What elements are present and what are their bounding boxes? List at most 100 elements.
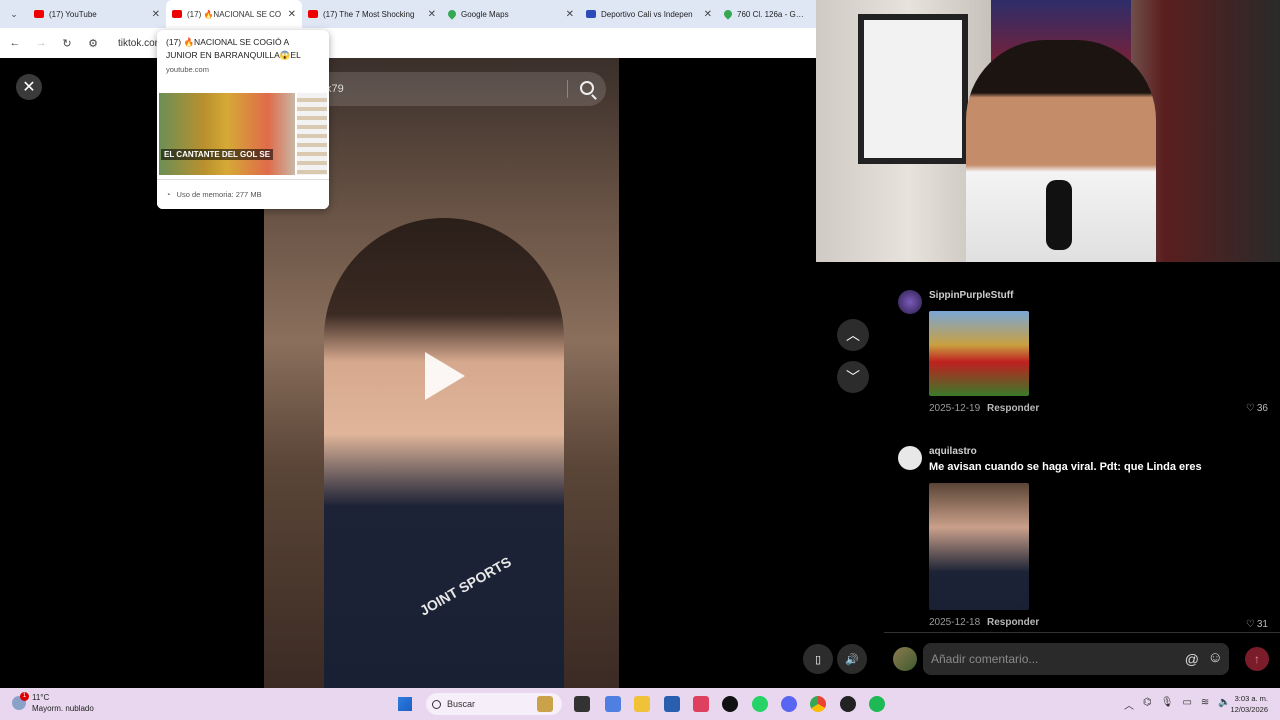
comment-item: aquilastro Me avisan cuando se haga vira…	[898, 446, 1268, 632]
search-bar[interactable]: k79	[296, 72, 606, 106]
like-button[interactable]: ♡ 31	[1246, 619, 1268, 630]
close-icon[interactable]: ✕	[16, 74, 42, 100]
report-icon[interactable]: ▯	[803, 644, 833, 674]
tab-close-icon[interactable]: ✕	[566, 9, 574, 20]
tab-hover-card: (17) 🔥NACIONAL SE COGIÓ A JUNIOR EN BARR…	[157, 30, 329, 209]
tab-title: (17) 🔥NACIONAL SE CO	[187, 9, 282, 19]
comment-date: 2025-12-19	[929, 403, 981, 414]
spotify-icon[interactable]	[869, 696, 885, 712]
back-arrow-icon[interactable]: ←	[8, 37, 22, 49]
tab-maps-address[interactable]: 760 Cl. 126a - Googl	[718, 0, 814, 28]
comment-placeholder: Añadir comentario...	[931, 652, 1039, 666]
tab-deportivo-cali[interactable]: Deportivo Cali vs Indepen ✕	[580, 0, 718, 28]
microphone-icon[interactable]: 🎙	[1161, 697, 1174, 712]
taskbar: 1 11°C Mayorm. nublado Buscar ︿ ⌬ 🎙 ▭ ≋ …	[0, 688, 1280, 720]
webcam-overlay	[816, 0, 1280, 262]
search-icon[interactable]	[580, 81, 594, 95]
memory-icon: ◔	[166, 190, 171, 199]
framed-jersey	[858, 14, 968, 164]
comment-composer: Añadir comentario... @ ☺ ↑	[884, 632, 1280, 688]
tab-nacional[interactable]: (17) 🔥NACIONAL SE CO ✕	[166, 0, 302, 28]
comment-image[interactable]	[929, 311, 1029, 396]
display-icon[interactable]: ▭	[1182, 697, 1191, 712]
tab-close-icon[interactable]: ✕	[152, 9, 160, 20]
tab-close-icon[interactable]: ✕	[288, 9, 296, 20]
tab-close-icon[interactable]: ✕	[704, 9, 712, 20]
youtube-icon	[172, 10, 182, 18]
obs-icon[interactable]	[840, 696, 856, 712]
discord-icon[interactable]	[781, 696, 797, 712]
wifi-icon[interactable]: ≋	[1201, 697, 1209, 712]
avatar	[893, 647, 917, 671]
mention-icon[interactable]: @	[1185, 651, 1199, 667]
network-icon[interactable]: ⌬	[1143, 697, 1152, 712]
tab-search-chevron-icon[interactable]: ⌄	[0, 0, 28, 28]
tab-title: Deportivo Cali vs Indepen	[601, 9, 693, 19]
tab-title: (17) The 7 Most Shocking	[323, 9, 415, 19]
maps-icon	[722, 8, 734, 20]
clock[interactable]: 3:03 a. m. 12/03/2026	[1230, 693, 1268, 715]
tab-close-icon[interactable]: ✕	[428, 9, 436, 20]
tab-google-maps[interactable]: Google Maps ✕	[442, 0, 580, 28]
speaker-icon[interactable]: 🔈	[1218, 697, 1230, 712]
arrow-up-icon: ↑	[1254, 652, 1260, 666]
chevron-down-icon[interactable]: ﹀	[837, 361, 869, 393]
weather-widget[interactable]: 1 11°C Mayorm. nublado	[12, 692, 94, 714]
reply-button[interactable]: Responder	[987, 617, 1039, 628]
avatar[interactable]	[898, 446, 922, 470]
heart-icon: ♡	[1245, 619, 1255, 630]
comment-text: Me avisan cuando se haga viral. Pdt: que…	[929, 461, 1202, 473]
tab-shocking[interactable]: (17) The 7 Most Shocking ✕	[302, 0, 442, 28]
hover-card-domain: youtube.com	[166, 65, 209, 74]
video-subject	[324, 218, 564, 688]
comment-date: 2025-12-18	[929, 617, 981, 628]
comment-input[interactable]: Añadir comentario... @ ☺	[923, 643, 1229, 675]
task-view-icon[interactable]	[574, 696, 590, 712]
store-icon[interactable]	[664, 696, 680, 712]
clock-date: 12/03/2026	[1230, 705, 1268, 714]
hover-card-footer: ◔ Uso de memoria: 277 MB	[157, 179, 329, 209]
weather-temp: 11°C	[32, 693, 50, 702]
copilot-icon[interactable]	[605, 696, 621, 712]
emoji-icon[interactable]: ☺	[1208, 649, 1223, 666]
tab-title: Google Maps	[461, 9, 509, 19]
thumbnail-image	[159, 93, 295, 175]
like-count: 31	[1256, 619, 1268, 630]
windows-start-icon[interactable]	[398, 697, 412, 711]
site-info-icon[interactable]: ⚙	[86, 37, 100, 50]
chevron-up-icon[interactable]: ︿	[837, 319, 869, 351]
file-explorer-icon[interactable]	[634, 696, 650, 712]
comment-image[interactable]	[929, 483, 1029, 610]
send-button[interactable]: ↑	[1245, 647, 1269, 671]
maps-icon	[446, 8, 458, 20]
weather-icon: 1	[12, 692, 29, 710]
whatsapp-icon[interactable]	[752, 696, 768, 712]
widget-icon[interactable]	[537, 696, 553, 712]
reply-button[interactable]: Responder	[987, 403, 1039, 414]
forward-arrow-icon[interactable]: →	[34, 37, 48, 49]
comment-item: SippinPurpleStuff 2025-12-19 Responder ♡…	[898, 290, 1268, 420]
clock-time: 3:03 a. m.	[1234, 694, 1268, 703]
system-tray: ︿ ⌬ 🎙 ▭ ≋ 🔈	[1124, 697, 1231, 712]
microphone	[1046, 180, 1072, 250]
comment-username[interactable]: SippinPurpleStuff	[929, 290, 1013, 301]
youtube-icon	[308, 10, 318, 18]
browser-tab-strip: ⌄ (17) YouTube ✕ (17) 🔥NACIONAL SE CO ✕ …	[0, 0, 816, 28]
like-button[interactable]: ♡ 36	[1246, 403, 1268, 414]
reload-icon[interactable]: ↻	[60, 37, 74, 50]
doc-icon	[586, 10, 596, 18]
volume-icon[interactable]: 🔊	[837, 644, 867, 674]
thumbnail-caption: EL CANTANTE DEL GOL SE	[161, 149, 274, 160]
avatar[interactable]	[898, 290, 922, 314]
play-icon[interactable]	[425, 352, 465, 400]
comment-username[interactable]: aquilastro	[929, 446, 977, 457]
tiktok-icon[interactable]	[722, 696, 738, 712]
chevron-up-icon[interactable]: ︿	[1124, 697, 1134, 712]
chrome-icon[interactable]	[810, 696, 826, 712]
tab-youtube[interactable]: (17) YouTube ✕	[28, 0, 166, 28]
tiktok-app-icon[interactable]	[693, 696, 709, 712]
comments-panel: SippinPurpleStuff 2025-12-19 Responder ♡…	[884, 262, 1280, 632]
tab-title: 760 Cl. 126a - Googl	[737, 9, 808, 19]
search-icon	[432, 699, 441, 709]
browser-toolbar: ← → ↻ ⚙ tiktok.com/@	[0, 28, 816, 58]
